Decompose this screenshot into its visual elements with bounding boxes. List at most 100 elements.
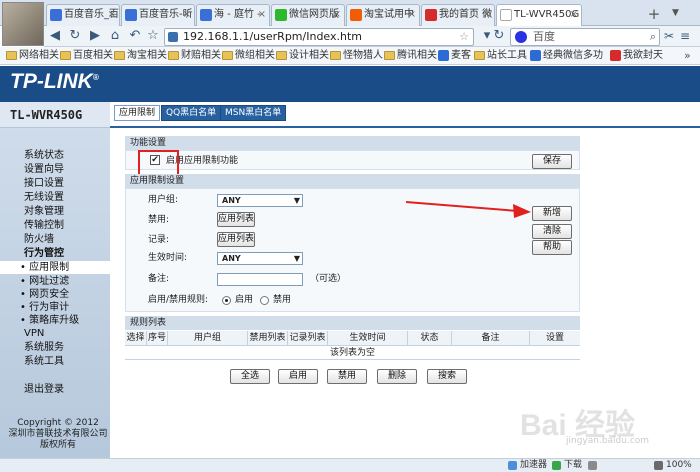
enable-radio[interactable] xyxy=(222,296,231,305)
column-header: 记录列表 xyxy=(288,331,328,346)
bookmark-folder[interactable]: 站长工具 xyxy=(474,47,527,65)
close-icon[interactable]: × xyxy=(333,5,341,25)
sidebar-item-audit[interactable]: • 行为审计 xyxy=(20,301,69,314)
search-button[interactable]: 搜索 xyxy=(427,369,467,384)
sidebar-item-interface[interactable]: 接口设置 xyxy=(24,177,64,190)
copyright-line: 版权所有 xyxy=(39,440,76,450)
browser-tab[interactable]: 我的首页 微 × xyxy=(421,4,495,26)
add-button[interactable]: 新增 xyxy=(532,206,572,221)
browser-tab[interactable]: 百度音乐-听 × xyxy=(121,4,195,26)
user-avatar[interactable] xyxy=(2,2,44,46)
toolbar-menu-icons[interactable]: ✂≡ xyxy=(664,29,696,43)
bookmark-folder[interactable]: 微组相关 xyxy=(222,47,275,65)
bookmark-folder[interactable]: 淘宝相关 xyxy=(114,47,167,65)
bookmark-folder[interactable]: 设计相关 xyxy=(276,47,329,65)
bookmark-link[interactable]: 经典微信多功 xyxy=(530,47,603,65)
folder-icon xyxy=(6,51,17,60)
home-icon[interactable]: ⌂ xyxy=(106,28,124,45)
section-header-function: 功能设置 xyxy=(125,136,580,150)
bookmark-link[interactable]: 我欲封天 xyxy=(610,47,663,65)
close-icon[interactable]: × xyxy=(183,5,191,25)
bookmark-folder[interactable]: 腾讯相关 xyxy=(384,47,437,65)
time-select[interactable]: ANY ▼ xyxy=(217,252,303,265)
sidebar-item-policy-upgrade[interactable]: • 策略库升级 xyxy=(20,314,79,327)
star-icon[interactable]: ☆ xyxy=(144,28,162,45)
browser-tab[interactable]: 微信网页版 × xyxy=(271,4,345,26)
bookmark-folder[interactable]: 百度相关 xyxy=(60,47,113,65)
sidebar-item-tools[interactable]: 系统工具 xyxy=(24,355,64,368)
browser-tab-active[interactable]: TL-WVR450G × xyxy=(496,4,582,27)
bookmark-label: 淘宝相关 xyxy=(127,50,167,61)
browser-tab[interactable]: 淘宝试用中 × xyxy=(346,4,420,26)
enable-button[interactable]: 启用 xyxy=(278,369,318,384)
status-label: 加速器 xyxy=(520,460,548,470)
tab-app-limit[interactable]: 应用限制 xyxy=(114,105,161,121)
arrow-head xyxy=(513,204,531,218)
refresh-icon[interactable]: ↻ xyxy=(66,28,84,45)
user-group-select[interactable]: ANY ▼ xyxy=(217,194,303,207)
column-header: 用户组 xyxy=(168,331,248,346)
forward-icon[interactable]: ▶ xyxy=(86,28,104,45)
sidebar-item-url-filter[interactable]: • 网址过滤 xyxy=(20,275,69,288)
column-header: 状态 xyxy=(408,331,452,346)
logout-link[interactable]: 退出登录 xyxy=(24,383,64,396)
back-icon[interactable]: ◀ xyxy=(46,28,64,45)
browser-tab[interactable]: 百度音乐_百 × xyxy=(46,4,120,26)
address-bar[interactable]: 192.168.1.1/userRpm/Index.htm ☆ xyxy=(164,28,474,46)
save-button[interactable]: 保存 xyxy=(532,154,572,169)
search-input[interactable]: 百度 ⌕ xyxy=(510,28,660,46)
sidebar-item-status[interactable]: 系统状态 xyxy=(24,149,64,162)
close-icon[interactable]: × xyxy=(108,5,116,25)
router-banner xyxy=(0,66,700,102)
sidebar-item-firewall[interactable]: 防火墙 xyxy=(24,233,54,246)
download-item[interactable]: 下载 xyxy=(552,458,582,472)
bookmark-star-icon[interactable]: ☆ xyxy=(459,29,469,45)
folder-icon xyxy=(114,51,125,60)
help-button[interactable]: 帮助 xyxy=(532,240,572,255)
tab-msn-list[interactable]: MSN黑白名单 xyxy=(220,105,287,121)
zoom-level[interactable]: 100% xyxy=(654,458,692,472)
tab-menu-icon[interactable]: ▼ xyxy=(672,8,679,18)
new-tab-button[interactable]: + xyxy=(645,6,663,24)
sidebar-item-transfer[interactable]: 传输控制 xyxy=(24,219,64,232)
close-icon[interactable]: × xyxy=(483,5,491,25)
browser-tab[interactable]: 海 - 庭竹 - × xyxy=(196,4,270,26)
reload-icon[interactable]: ↻ xyxy=(490,28,508,45)
bookmark-folder[interactable]: 怪物猎人 xyxy=(330,47,383,65)
bookmark-folder[interactable]: 财赔相关 xyxy=(168,47,221,65)
sidebar-item-wizard[interactable]: 设置向导 xyxy=(24,163,64,176)
record-app-list-button[interactable]: 应用列表 xyxy=(217,232,255,247)
disable-button[interactable]: 禁用 xyxy=(327,369,367,384)
disable-radio[interactable] xyxy=(260,296,269,305)
select-all-button[interactable]: 全选 xyxy=(230,369,270,384)
device-model: TL-WVR450G xyxy=(10,108,83,122)
chevron-down-icon: ▼ xyxy=(293,254,300,263)
accelerator-item[interactable]: 加速器 xyxy=(508,458,547,472)
sidebar-item-behavior[interactable]: 行为管控 xyxy=(24,247,64,260)
tab-qq-list[interactable]: QQ黑白名单 xyxy=(161,105,222,121)
delete-button[interactable]: 删除 xyxy=(377,369,417,384)
block-app-list-button[interactable]: 应用列表 xyxy=(217,212,255,227)
search-placeholder: 百度 xyxy=(533,30,555,43)
sidebar-item-wireless[interactable]: 无线设置 xyxy=(24,191,64,204)
sidebar-item-app-limit[interactable]: • 应用限制 xyxy=(0,261,110,274)
sidebar-item-services[interactable]: 系统服务 xyxy=(24,341,64,354)
close-icon[interactable]: × xyxy=(570,5,578,25)
bookmark-link[interactable]: 麦客 xyxy=(438,47,471,65)
undo-icon[interactable]: ↶ xyxy=(126,28,144,45)
sidebar-item-vpn[interactable]: VPN xyxy=(24,327,44,340)
sidebar-item-objects[interactable]: 对象管理 xyxy=(24,205,64,218)
close-icon[interactable]: × xyxy=(408,5,416,25)
note-input[interactable] xyxy=(217,273,303,286)
bookmark-label: 站长工具 xyxy=(487,50,527,61)
bookmark-label: 财赔相关 xyxy=(181,50,221,61)
search-icon[interactable]: ⌕ xyxy=(650,29,656,45)
clear-button[interactable]: 清除 xyxy=(532,224,572,239)
sidebar-item-web-security[interactable]: • 网页安全 xyxy=(20,288,69,301)
bookmark-label: 微组相关 xyxy=(235,50,275,61)
bookmark-folder[interactable]: 网络相关 xyxy=(6,47,59,65)
close-icon[interactable]: × xyxy=(258,5,266,25)
bookmarks-more-button[interactable]: » xyxy=(684,47,691,65)
section-header-rule-list: 规则列表 xyxy=(125,316,580,330)
select-value: ANY xyxy=(222,254,241,263)
